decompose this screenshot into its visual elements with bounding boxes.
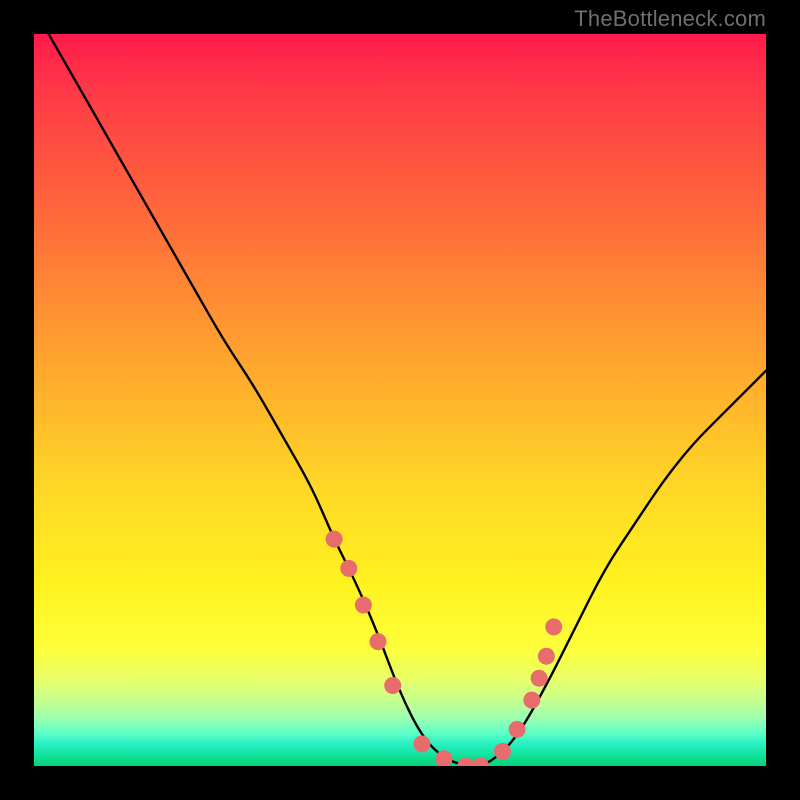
highlight-dot [370, 633, 387, 650]
highlight-dot [326, 531, 343, 548]
highlight-dot [523, 692, 540, 709]
highlight-dot [494, 743, 511, 760]
chart-svg [34, 34, 766, 766]
highlight-dot [545, 618, 562, 635]
highlight-dot [340, 560, 357, 577]
chart-frame: TheBottleneck.com [0, 0, 800, 800]
highlight-dot [531, 670, 548, 687]
highlight-dot [538, 648, 555, 665]
chart-plot-area [34, 34, 766, 766]
highlight-dot [509, 721, 526, 738]
highlight-dots-group [326, 531, 563, 766]
highlight-dot [355, 597, 372, 614]
attribution-label: TheBottleneck.com [574, 6, 766, 32]
highlight-dot [414, 736, 431, 753]
highlight-dot [457, 758, 474, 767]
bottleneck-curve [49, 34, 766, 766]
highlight-dot [472, 758, 489, 767]
highlight-dot [384, 677, 401, 694]
